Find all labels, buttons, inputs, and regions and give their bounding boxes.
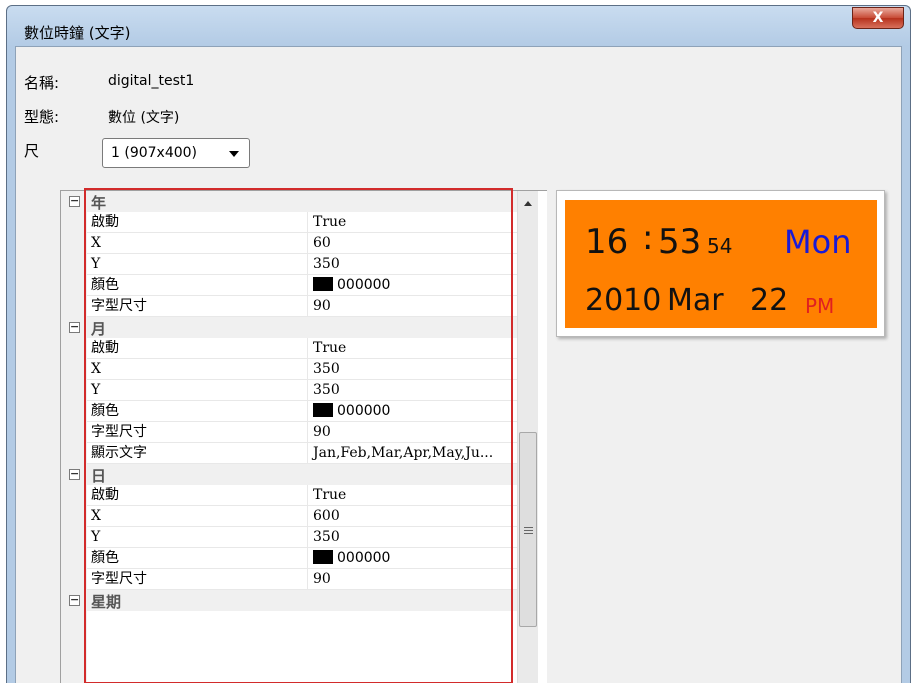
clock-day: 22 <box>750 283 789 318</box>
collapse-icon[interactable]: − <box>69 195 80 207</box>
collapse-icon[interactable]: − <box>69 594 80 606</box>
size-dropdown[interactable]: 1 (907x400) <box>102 138 250 168</box>
type-label: 型態: <box>24 108 60 126</box>
window-title: 數位時鐘 (文字) <box>24 24 131 42</box>
clock-minute: 53 <box>658 222 702 262</box>
clock-hour: 16 <box>585 222 629 262</box>
collapse-icon[interactable]: − <box>69 321 80 333</box>
dropdown-arrow-icon <box>229 151 239 157</box>
clock-separator: : <box>642 218 654 258</box>
size-dropdown-value: 1 (907x400) <box>111 145 198 161</box>
close-button[interactable]: X <box>852 7 904 29</box>
collapse-icon[interactable]: − <box>69 468 80 480</box>
name-value: digital_test1 <box>108 73 195 89</box>
clock-preview: 16 : 53 54 Mon 2010 Mar 22 PM <box>556 190 885 337</box>
highlight-frame <box>84 188 513 683</box>
title-bar[interactable]: 數位時鐘 (文字) X <box>7 6 910 46</box>
clock-ampm: PM <box>805 294 835 318</box>
clock-month: Mar <box>667 283 724 318</box>
clock-second: 54 <box>707 234 733 258</box>
type-value: 數位 (文字) <box>108 110 180 126</box>
grid-scrollbar[interactable] <box>517 191 538 683</box>
size-label: 尺 <box>24 142 40 160</box>
scroll-thumb[interactable] <box>519 432 537 627</box>
scroll-up-arrow-icon[interactable] <box>524 201 532 206</box>
clock-face: 16 : 53 54 Mon 2010 Mar 22 PM <box>565 200 877 328</box>
name-label: 名稱: <box>24 74 60 92</box>
clock-year: 2010 <box>585 283 662 318</box>
clock-weekday: Mon <box>784 223 852 261</box>
grip-icon <box>524 527 533 534</box>
